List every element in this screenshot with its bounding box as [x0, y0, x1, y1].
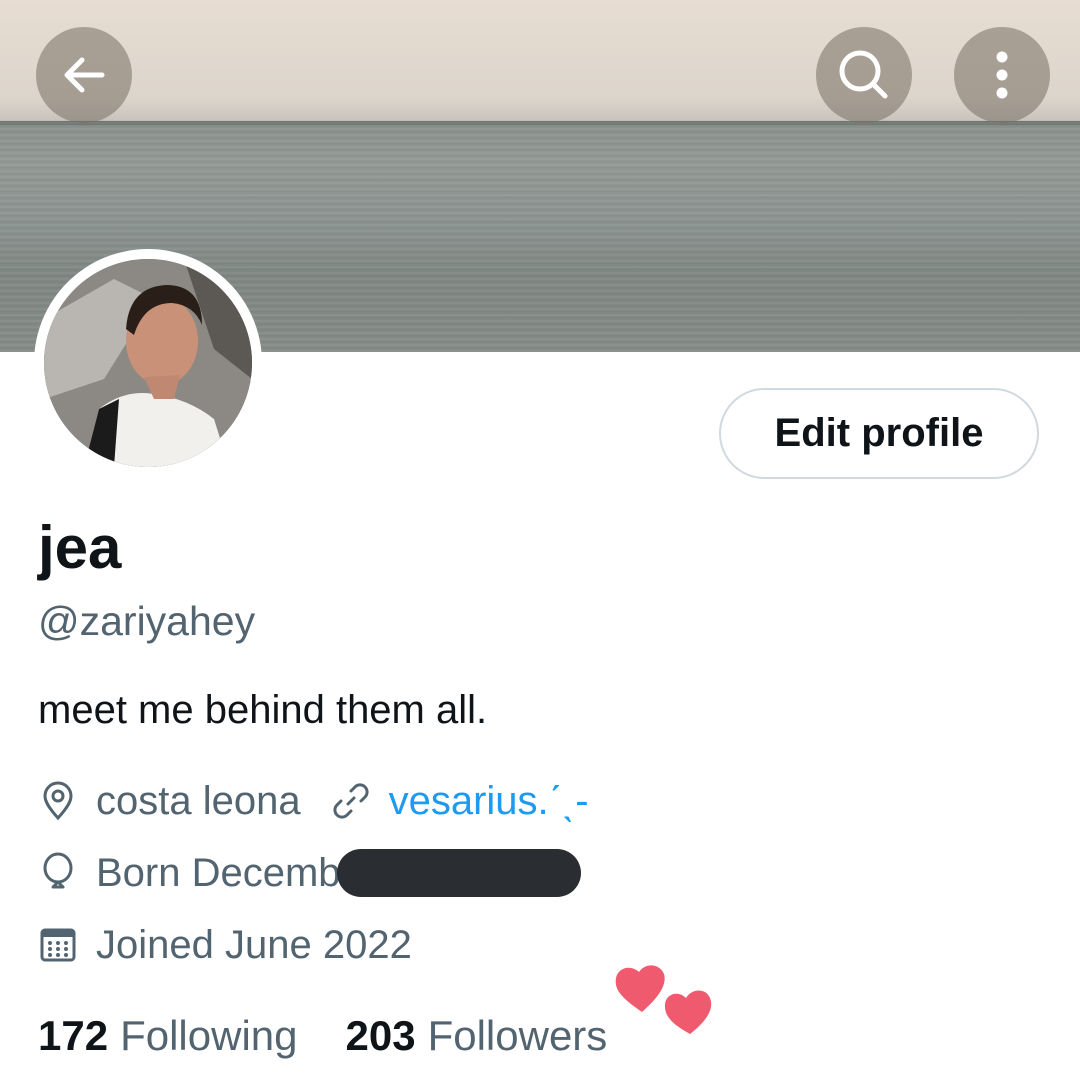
more-options-button[interactable] — [954, 27, 1050, 123]
display-name: jea — [38, 514, 122, 581]
birthday-text: Born Decemb — [96, 850, 341, 895]
following-label: Following — [120, 1012, 298, 1059]
following-count: 172 — [38, 1012, 109, 1059]
search-icon — [839, 50, 888, 99]
calendar-icon — [38, 925, 78, 965]
hearts-sticker-icon — [615, 965, 712, 1034]
link-icon — [331, 781, 371, 821]
username-handle: @zariyahey — [38, 598, 256, 644]
follow-stats: 172 Following 203 Followers — [38, 1012, 607, 1060]
arrow-left-icon — [64, 57, 105, 93]
more-vertical-icon — [996, 51, 1008, 99]
followers-count: 203 — [345, 1012, 416, 1059]
followers-stat[interactable]: 203 Followers — [346, 1012, 608, 1060]
location-website-row: costa leona vesarius.ˊˎ- — [38, 776, 589, 826]
birthday-row: Born Decemb — [38, 848, 581, 898]
avatar[interactable] — [44, 259, 252, 467]
joined-row: Joined June 2022 — [38, 920, 412, 970]
following-stat[interactable]: 172 Following — [38, 1012, 298, 1060]
back-button[interactable] — [36, 27, 132, 123]
search-button[interactable] — [816, 27, 912, 123]
balloon-icon — [38, 852, 78, 893]
profile-bio: meet me behind them all. — [38, 688, 488, 732]
location-text: costa leona — [96, 778, 301, 823]
avatar-photo-icon — [44, 259, 252, 467]
website-link[interactable]: vesarius.ˊˎ- — [389, 779, 589, 824]
location-pin-icon — [38, 781, 78, 821]
avatar-border — [34, 249, 262, 477]
redaction-bar — [336, 849, 581, 897]
edit-profile-button[interactable]: Edit profile — [719, 388, 1039, 479]
followers-label: Followers — [427, 1012, 608, 1059]
joined-text: Joined June 2022 — [96, 922, 412, 967]
